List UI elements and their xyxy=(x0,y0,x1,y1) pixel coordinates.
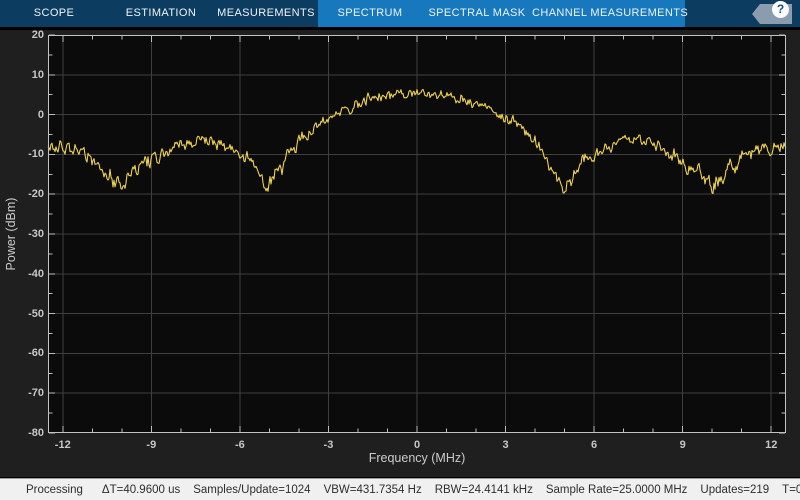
spectrum-plot[interactable] xyxy=(0,27,800,477)
help-icon[interactable]: ? xyxy=(772,1,789,18)
tab-estimation[interactable]: ESTIMATION xyxy=(108,0,214,27)
status-updates: Updates=219 xyxy=(700,484,769,496)
tab-scope[interactable]: SCOPE xyxy=(0,0,108,27)
y-tick-label: -40 xyxy=(0,266,44,282)
y-tick-label: 0 xyxy=(0,107,44,123)
tab-measurements[interactable]: MEASUREMENTS xyxy=(214,0,318,27)
tab-channel-measurements[interactable]: CHANNEL MEASUREMENTS xyxy=(532,0,685,27)
status-sample-rate: Sample Rate=25.0000 MHz xyxy=(546,484,688,496)
y-tick-label: 20 xyxy=(0,27,44,43)
plot-region: Frequency (MHz) Power (dBm) -12-9-6-3036… xyxy=(0,27,800,477)
status-rbw: RBW=24.4141 kHz xyxy=(435,484,533,496)
x-tick-label: -3 xyxy=(306,437,350,453)
tab-spectrum[interactable]: SPECTRUM xyxy=(318,0,422,27)
y-tick-label: -50 xyxy=(0,306,44,322)
y-tick-label: -80 xyxy=(0,425,44,441)
x-tick-label: 12 xyxy=(749,437,793,453)
x-tick-label: 0 xyxy=(395,437,439,453)
y-tick-label: 10 xyxy=(0,67,44,83)
y-tick-label: -60 xyxy=(0,345,44,361)
y-tick-label: -20 xyxy=(0,186,44,202)
x-tick-label: 9 xyxy=(661,437,705,453)
x-tick-label: 3 xyxy=(484,437,528,453)
status-bar: Processing ΔT=40.9600 us Samples/Update=… xyxy=(0,478,800,500)
status-time: T=0.00 xyxy=(782,484,800,496)
x-tick-label: -6 xyxy=(218,437,262,453)
x-axis-title: Frequency (MHz) xyxy=(267,451,567,465)
status-samples-per-update: Samples/Update=1024 xyxy=(193,484,310,496)
y-tick-label: -30 xyxy=(0,226,44,242)
status-delta-t: ΔT=40.9600 us xyxy=(102,484,180,496)
x-tick-label: 6 xyxy=(572,437,616,453)
status-vbw: VBW=431.7354 Hz xyxy=(324,484,422,496)
spectrum-analyzer-window: SCOPE ESTIMATION MEASUREMENTS SPECTRUM S… xyxy=(0,0,800,500)
toolbar-tabstrip: SCOPE ESTIMATION MEASUREMENTS SPECTRUM S… xyxy=(0,0,800,27)
x-tick-label: -12 xyxy=(41,437,85,453)
tab-spectral-mask[interactable]: SPECTRAL MASK xyxy=(422,0,532,27)
status-processing: Processing xyxy=(26,484,83,496)
y-tick-label: -70 xyxy=(0,385,44,401)
x-tick-label: -9 xyxy=(129,437,173,453)
y-tick-label: -10 xyxy=(0,146,44,162)
